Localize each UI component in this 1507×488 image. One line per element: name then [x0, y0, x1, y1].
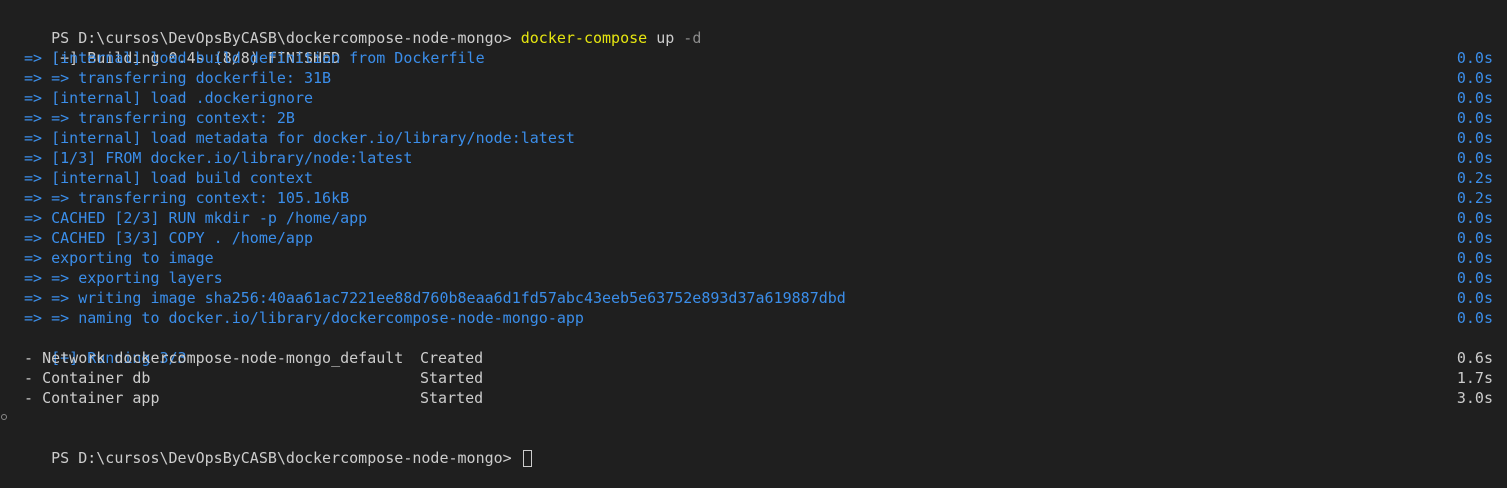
build-step-time: 0.2s [1456, 189, 1493, 207]
build-step-text: => [internal] load build context [15, 169, 314, 187]
running-item-name: - Container db [15, 369, 151, 387]
running-item-status: Started [420, 389, 484, 407]
build-step-line: => [internal] load metadata for docker.i… [0, 128, 1507, 148]
build-step-line: => exporting to image 0.0s [0, 248, 1507, 268]
build-step-line: => [1/3] FROM docker.io/library/node:lat… [0, 148, 1507, 168]
running-item-time: 0.6s [1456, 349, 1493, 367]
running-item-time: 1.7s [1456, 369, 1493, 387]
build-step-time: 0.0s [1456, 249, 1493, 267]
build-step-time: 0.0s [1456, 269, 1493, 287]
build-step-line: => CACHED [2/3] RUN mkdir -p /home/app 0.… [0, 208, 1507, 228]
build-step-line: => => exporting layers 0.0s [0, 268, 1507, 288]
running-item-status: Created [420, 349, 484, 367]
build-step-text: => CACHED [3/3] COPY . /home/app [15, 229, 314, 247]
build-step-line: => => transferring dockerfile: 31B 0.0s [0, 68, 1507, 88]
build-step-time: 0.0s [1456, 229, 1493, 247]
running-item-line: - Container db Started 1.7s [0, 368, 1507, 388]
build-step-line: => => naming to docker.io/library/docker… [0, 308, 1507, 328]
build-step-time: 0.0s [1456, 49, 1493, 67]
running-item-name: - Network dockercompose-node-mongo_defau… [15, 349, 404, 367]
running-item-status: Started [420, 369, 484, 387]
running-header: [+] Running 3/3 [0, 328, 1507, 367]
build-step-text: => => transferring dockerfile: 31B [15, 69, 332, 87]
build-step-line: => => writing image sha256:40aa61ac7221e… [0, 288, 1507, 308]
build-step-text: => [internal] load build definition from… [15, 49, 485, 67]
build-header: [+] Building 0.4s (8/8) FINISHED [0, 28, 1507, 67]
build-step-time: 0.0s [1456, 109, 1493, 127]
running-item-time: 3.0s [1456, 389, 1493, 407]
build-step-text: => exporting to image [15, 249, 214, 267]
running-item-line: - Network dockercompose-node-mongo_defau… [0, 348, 1507, 368]
build-step-line: => [internal] load build definition from… [0, 48, 1507, 68]
build-step-line: => => transferring context: 2B 0.0s [0, 108, 1507, 128]
build-step-time: 0.2s [1456, 169, 1493, 187]
build-step-time: 0.0s [1456, 309, 1493, 327]
build-step-line: => => transferring context: 105.16kB 0.2s [0, 188, 1507, 208]
build-step-text: => => transferring context: 2B [15, 109, 295, 127]
running-item-line: - Container app Started 3.0s [0, 388, 1507, 408]
build-step-time: 0.0s [1456, 69, 1493, 87]
build-step-text: => => writing image sha256:40aa61ac7221e… [15, 289, 846, 307]
build-step-time: 0.0s [1456, 289, 1493, 307]
text-cursor [522, 450, 532, 467]
build-step-text: => CACHED [2/3] RUN mkdir -p /home/app [15, 209, 368, 227]
build-step-line: => [internal] load build context 0.2s [0, 168, 1507, 188]
build-step-text: => => naming to docker.io/library/docker… [15, 309, 584, 327]
build-step-time: 0.0s [1456, 209, 1493, 227]
command-line: PS D:\cursos\DevOpsByCASB\dockercompose-… [0, 8, 1507, 47]
final-prompt-line[interactable]: PS D:\cursos\DevOpsByCASB\dockercompose-… [0, 408, 1507, 467]
build-step-time: 0.0s [1456, 129, 1493, 147]
final-prompt-path: PS D:\cursos\DevOpsByCASB\dockercompose-… [51, 449, 512, 467]
running-item-name: - Container app [15, 389, 160, 407]
build-step-line: => CACHED [3/3] COPY . /home/app 0.0s [0, 228, 1507, 248]
build-step-line: => [internal] load .dockerignore 0.0s [0, 88, 1507, 108]
build-step-text: => => exporting layers [15, 269, 223, 287]
build-step-time: 0.0s [1456, 149, 1493, 167]
build-step-text: => [internal] load .dockerignore [15, 89, 314, 107]
build-step-text: => [internal] load metadata for docker.i… [15, 129, 575, 147]
build-step-time: 0.0s [1456, 89, 1493, 107]
build-step-text: => => transferring context: 105.16kB [15, 189, 350, 207]
build-step-text: => [1/3] FROM docker.io/library/node:lat… [15, 149, 413, 167]
terminal-output[interactable]: PS D:\cursos\DevOpsByCASB\dockercompose-… [0, 8, 1507, 467]
command-decoration-icon[interactable] [1, 414, 7, 420]
